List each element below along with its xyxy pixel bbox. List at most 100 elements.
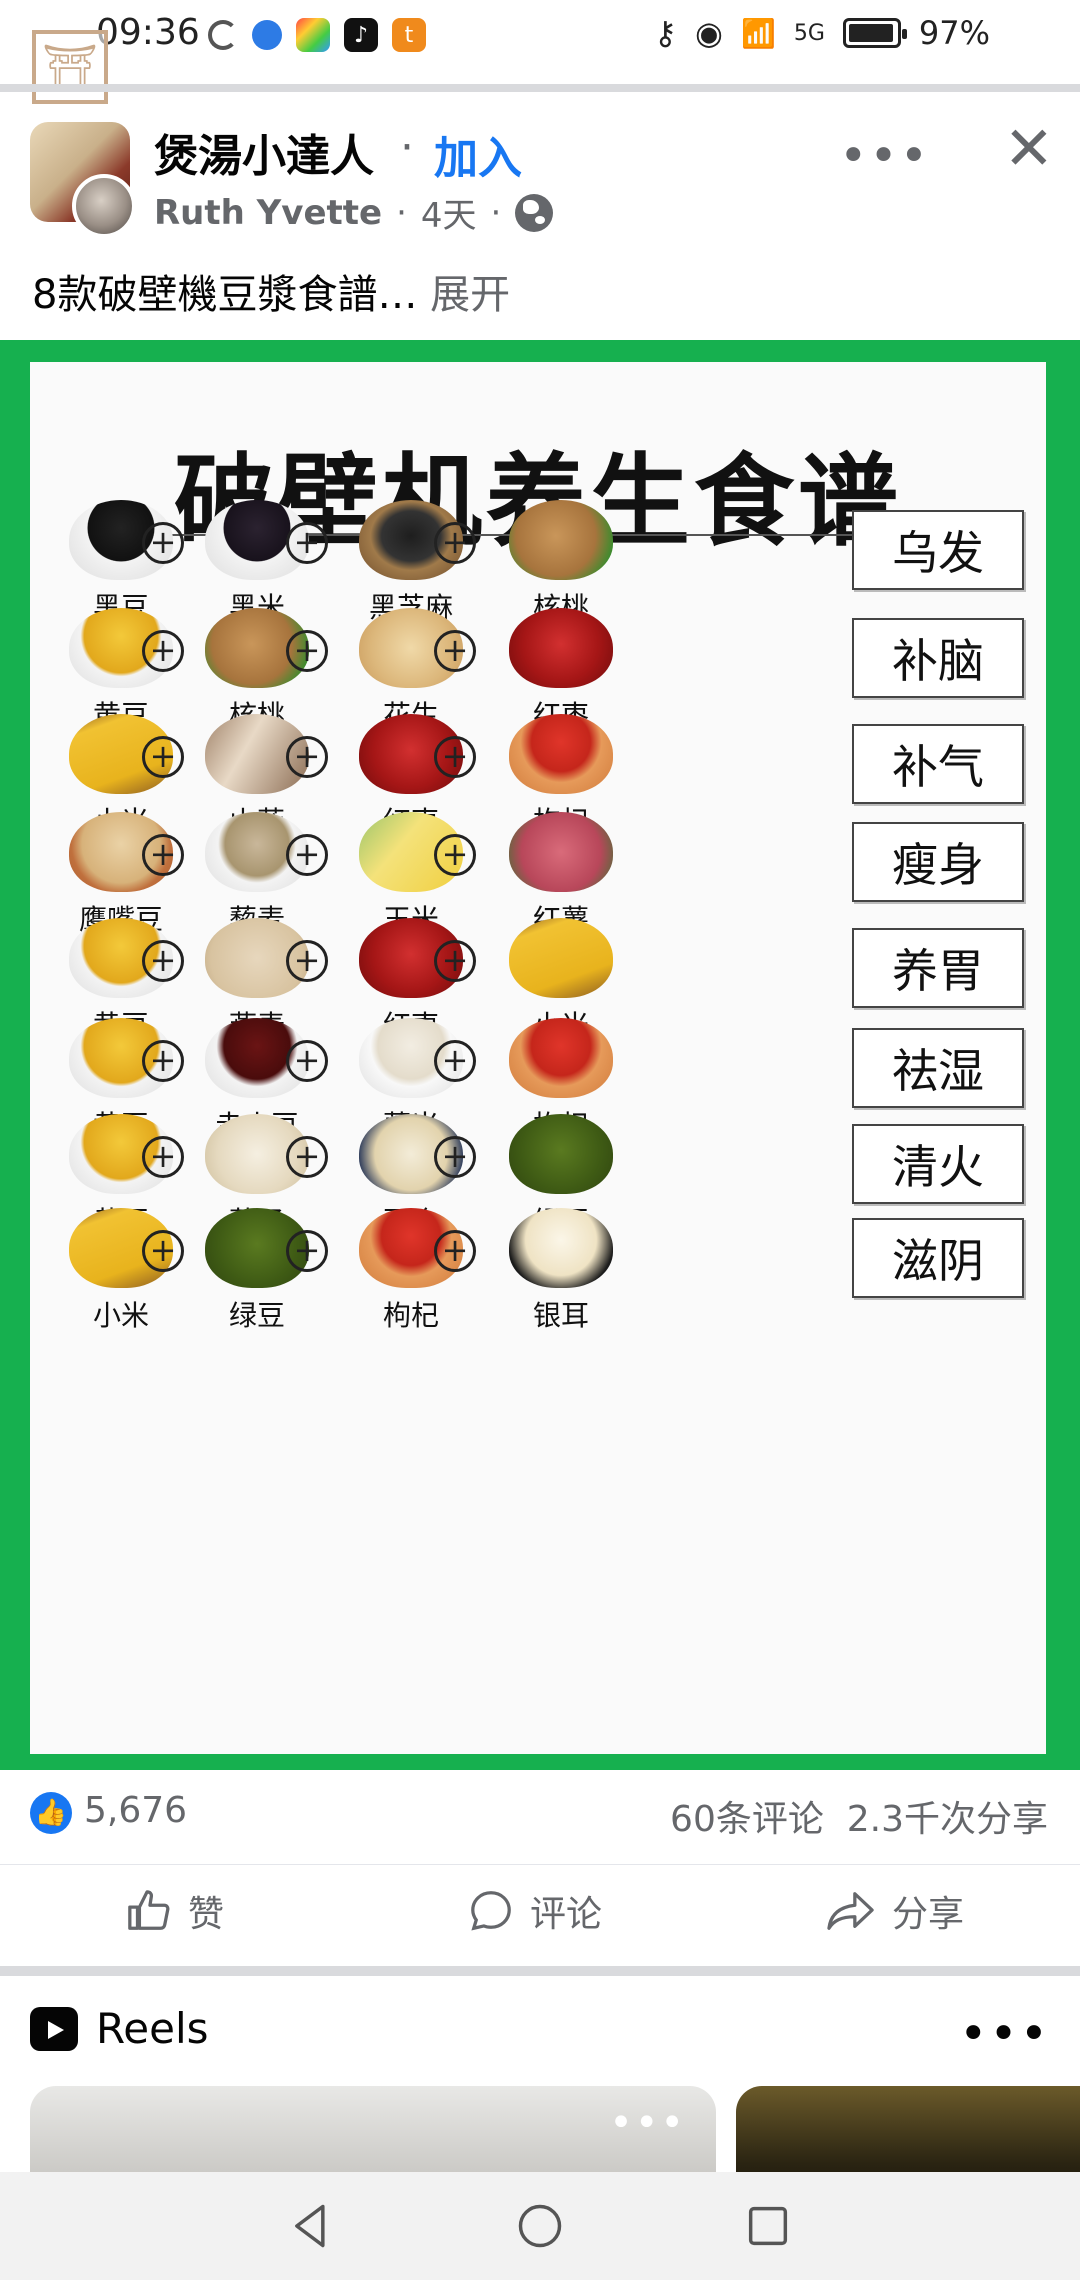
benefit-label: 乌发 xyxy=(852,510,1024,590)
reactions-bar: 👍 5,676 60条评论 2.3千次分享 xyxy=(0,1780,1080,1850)
plus-icon: + xyxy=(142,1230,184,1272)
ingredient-image xyxy=(509,608,613,688)
author-avatar[interactable] xyxy=(72,174,136,238)
system-status: ⚷ ◉ 📶 5G 97% xyxy=(654,14,990,52)
plus-icon: + xyxy=(434,1230,476,1272)
recent-apps-icon[interactable] xyxy=(742,2200,794,2252)
plus-icon: + xyxy=(434,1040,476,1082)
ingredient-image xyxy=(509,918,613,998)
plus-icon: + xyxy=(286,1230,328,1272)
group-name[interactable]: 煲湯小達人 xyxy=(154,120,374,184)
ingredient: 银耳 xyxy=(486,1208,636,1334)
benefit-label: 滋阴 xyxy=(852,1218,1024,1298)
ingredient-label: 枸杞 xyxy=(382,1299,439,1332)
reels-header[interactable]: Reels xyxy=(30,2004,209,2053)
reels-icon xyxy=(30,2006,78,2051)
ingredient-image xyxy=(509,1114,613,1194)
plus-icon: + xyxy=(434,834,476,876)
comment-button[interactable]: 评论 xyxy=(468,1885,602,1937)
plus-icon: + xyxy=(286,522,328,564)
plus-icon: + xyxy=(142,940,184,982)
more-options-icon[interactable]: ••• xyxy=(839,128,930,184)
status-bar: 09:36 ♪ t ⚷ ◉ 📶 5G 97% xyxy=(0,0,1080,80)
plus-icon: + xyxy=(286,630,328,672)
ingredient-image xyxy=(509,812,613,892)
reel-more-icon[interactable]: ••• xyxy=(609,2100,686,2146)
post-text: 8款破壁機豆漿食譜… 展开 xyxy=(32,262,510,320)
signal-icon: 5G xyxy=(793,20,825,46)
plus-icon: + xyxy=(434,940,476,982)
comment-label: 评论 xyxy=(530,1894,603,1935)
ingredient-label: 银耳 xyxy=(532,1299,589,1332)
key-icon: ⚷ xyxy=(653,14,678,52)
benefit-label: 瘦身 xyxy=(852,822,1024,902)
separator-dot: · xyxy=(490,192,502,233)
status-time: 09:36 xyxy=(96,12,200,53)
like-reaction-icon[interactable]: 👍 xyxy=(30,1792,72,1834)
plus-icon: + xyxy=(434,1136,476,1178)
separator-dot: · xyxy=(400,122,414,173)
separator-dot: · xyxy=(396,192,407,233)
plus-icon: + xyxy=(286,736,328,778)
app-orange-icon: t xyxy=(392,18,426,52)
ingredient-image xyxy=(509,714,613,794)
ingredient-label: 小米 xyxy=(92,1299,149,1332)
author-line: Ruth Yvette · 4天 · xyxy=(154,188,554,237)
share-icon xyxy=(827,1892,874,1930)
post-image[interactable]: 破壁机养生食谱 黑豆+黑米+黑芝麻+核桃乌发黄豆+核桃+花生+红枣补脑小米+山药… xyxy=(0,340,1080,1770)
recipe-row: 小米 + 绿豆 + 枸杞 + 银耳 滋阴 xyxy=(30,1208,1046,1358)
sync-icon xyxy=(208,20,238,50)
post-age[interactable]: 4天 xyxy=(421,188,477,237)
reels-title: Reels xyxy=(96,2004,209,2053)
plus-icon: + xyxy=(142,522,184,564)
benefit-label: 补气 xyxy=(852,724,1024,804)
ingredient-image xyxy=(509,1208,613,1288)
plus-icon: + xyxy=(434,736,476,778)
like-button[interactable]: 赞 xyxy=(126,1885,224,1937)
wifi-icon: 📶 xyxy=(740,16,776,50)
plus-icon: + xyxy=(142,1040,184,1082)
eye-icon: ◉ xyxy=(695,14,723,52)
ingredient-label: 绿豆 xyxy=(228,1299,285,1332)
post-actions: 赞 评论 分享 xyxy=(0,1864,1080,1964)
like-count[interactable]: 5,676 xyxy=(84,1790,187,1831)
plus-icon: + xyxy=(434,630,476,672)
ingredient: 枸杞 xyxy=(336,1208,486,1334)
tiktok-icon: ♪ xyxy=(344,18,378,52)
join-button[interactable]: 加入 xyxy=(434,122,522,186)
see-more-link[interactable]: 展开 xyxy=(430,272,510,318)
plus-icon: + xyxy=(142,630,184,672)
benefit-label: 养胃 xyxy=(852,928,1024,1008)
thumbs-up-icon xyxy=(128,1890,170,1930)
home-icon[interactable] xyxy=(514,2200,566,2252)
plus-icon: + xyxy=(142,834,184,876)
plus-icon: + xyxy=(286,1136,328,1178)
divider xyxy=(0,84,1080,92)
comment-icon xyxy=(471,1891,511,1931)
section-divider xyxy=(0,1966,1080,1976)
app-globe-icon xyxy=(252,20,282,50)
back-icon[interactable] xyxy=(286,2200,338,2252)
plus-icon: + xyxy=(286,834,328,876)
like-label: 赞 xyxy=(188,1894,225,1935)
comments-shares-count[interactable]: 60条评论 2.3千次分享 xyxy=(670,1790,1048,1842)
share-button[interactable]: 分享 xyxy=(826,1885,964,1937)
battery-percent: 97% xyxy=(918,14,990,52)
notification-icons: ♪ t xyxy=(208,18,426,52)
plus-icon: + xyxy=(286,1040,328,1082)
ingredient: 小米 xyxy=(46,1208,196,1334)
ingredient-image xyxy=(509,1018,613,1098)
group-avatar[interactable] xyxy=(30,122,140,238)
ingredient-image xyxy=(509,500,613,580)
author-name[interactable]: Ruth Yvette xyxy=(154,193,382,233)
post-caption: 8款破壁機豆漿食譜… xyxy=(32,272,418,318)
benefit-label: 清火 xyxy=(852,1124,1024,1204)
battery-icon xyxy=(842,18,907,48)
plus-icon: + xyxy=(286,940,328,982)
reels-more-icon[interactable]: ••• xyxy=(959,2006,1050,2062)
close-icon[interactable]: ✕ xyxy=(1004,114,1054,184)
plus-icon: + xyxy=(142,736,184,778)
benefit-label: 补脑 xyxy=(852,618,1024,698)
globe-icon xyxy=(515,193,554,232)
watermark-logo-icon: ⛩ xyxy=(32,30,108,104)
